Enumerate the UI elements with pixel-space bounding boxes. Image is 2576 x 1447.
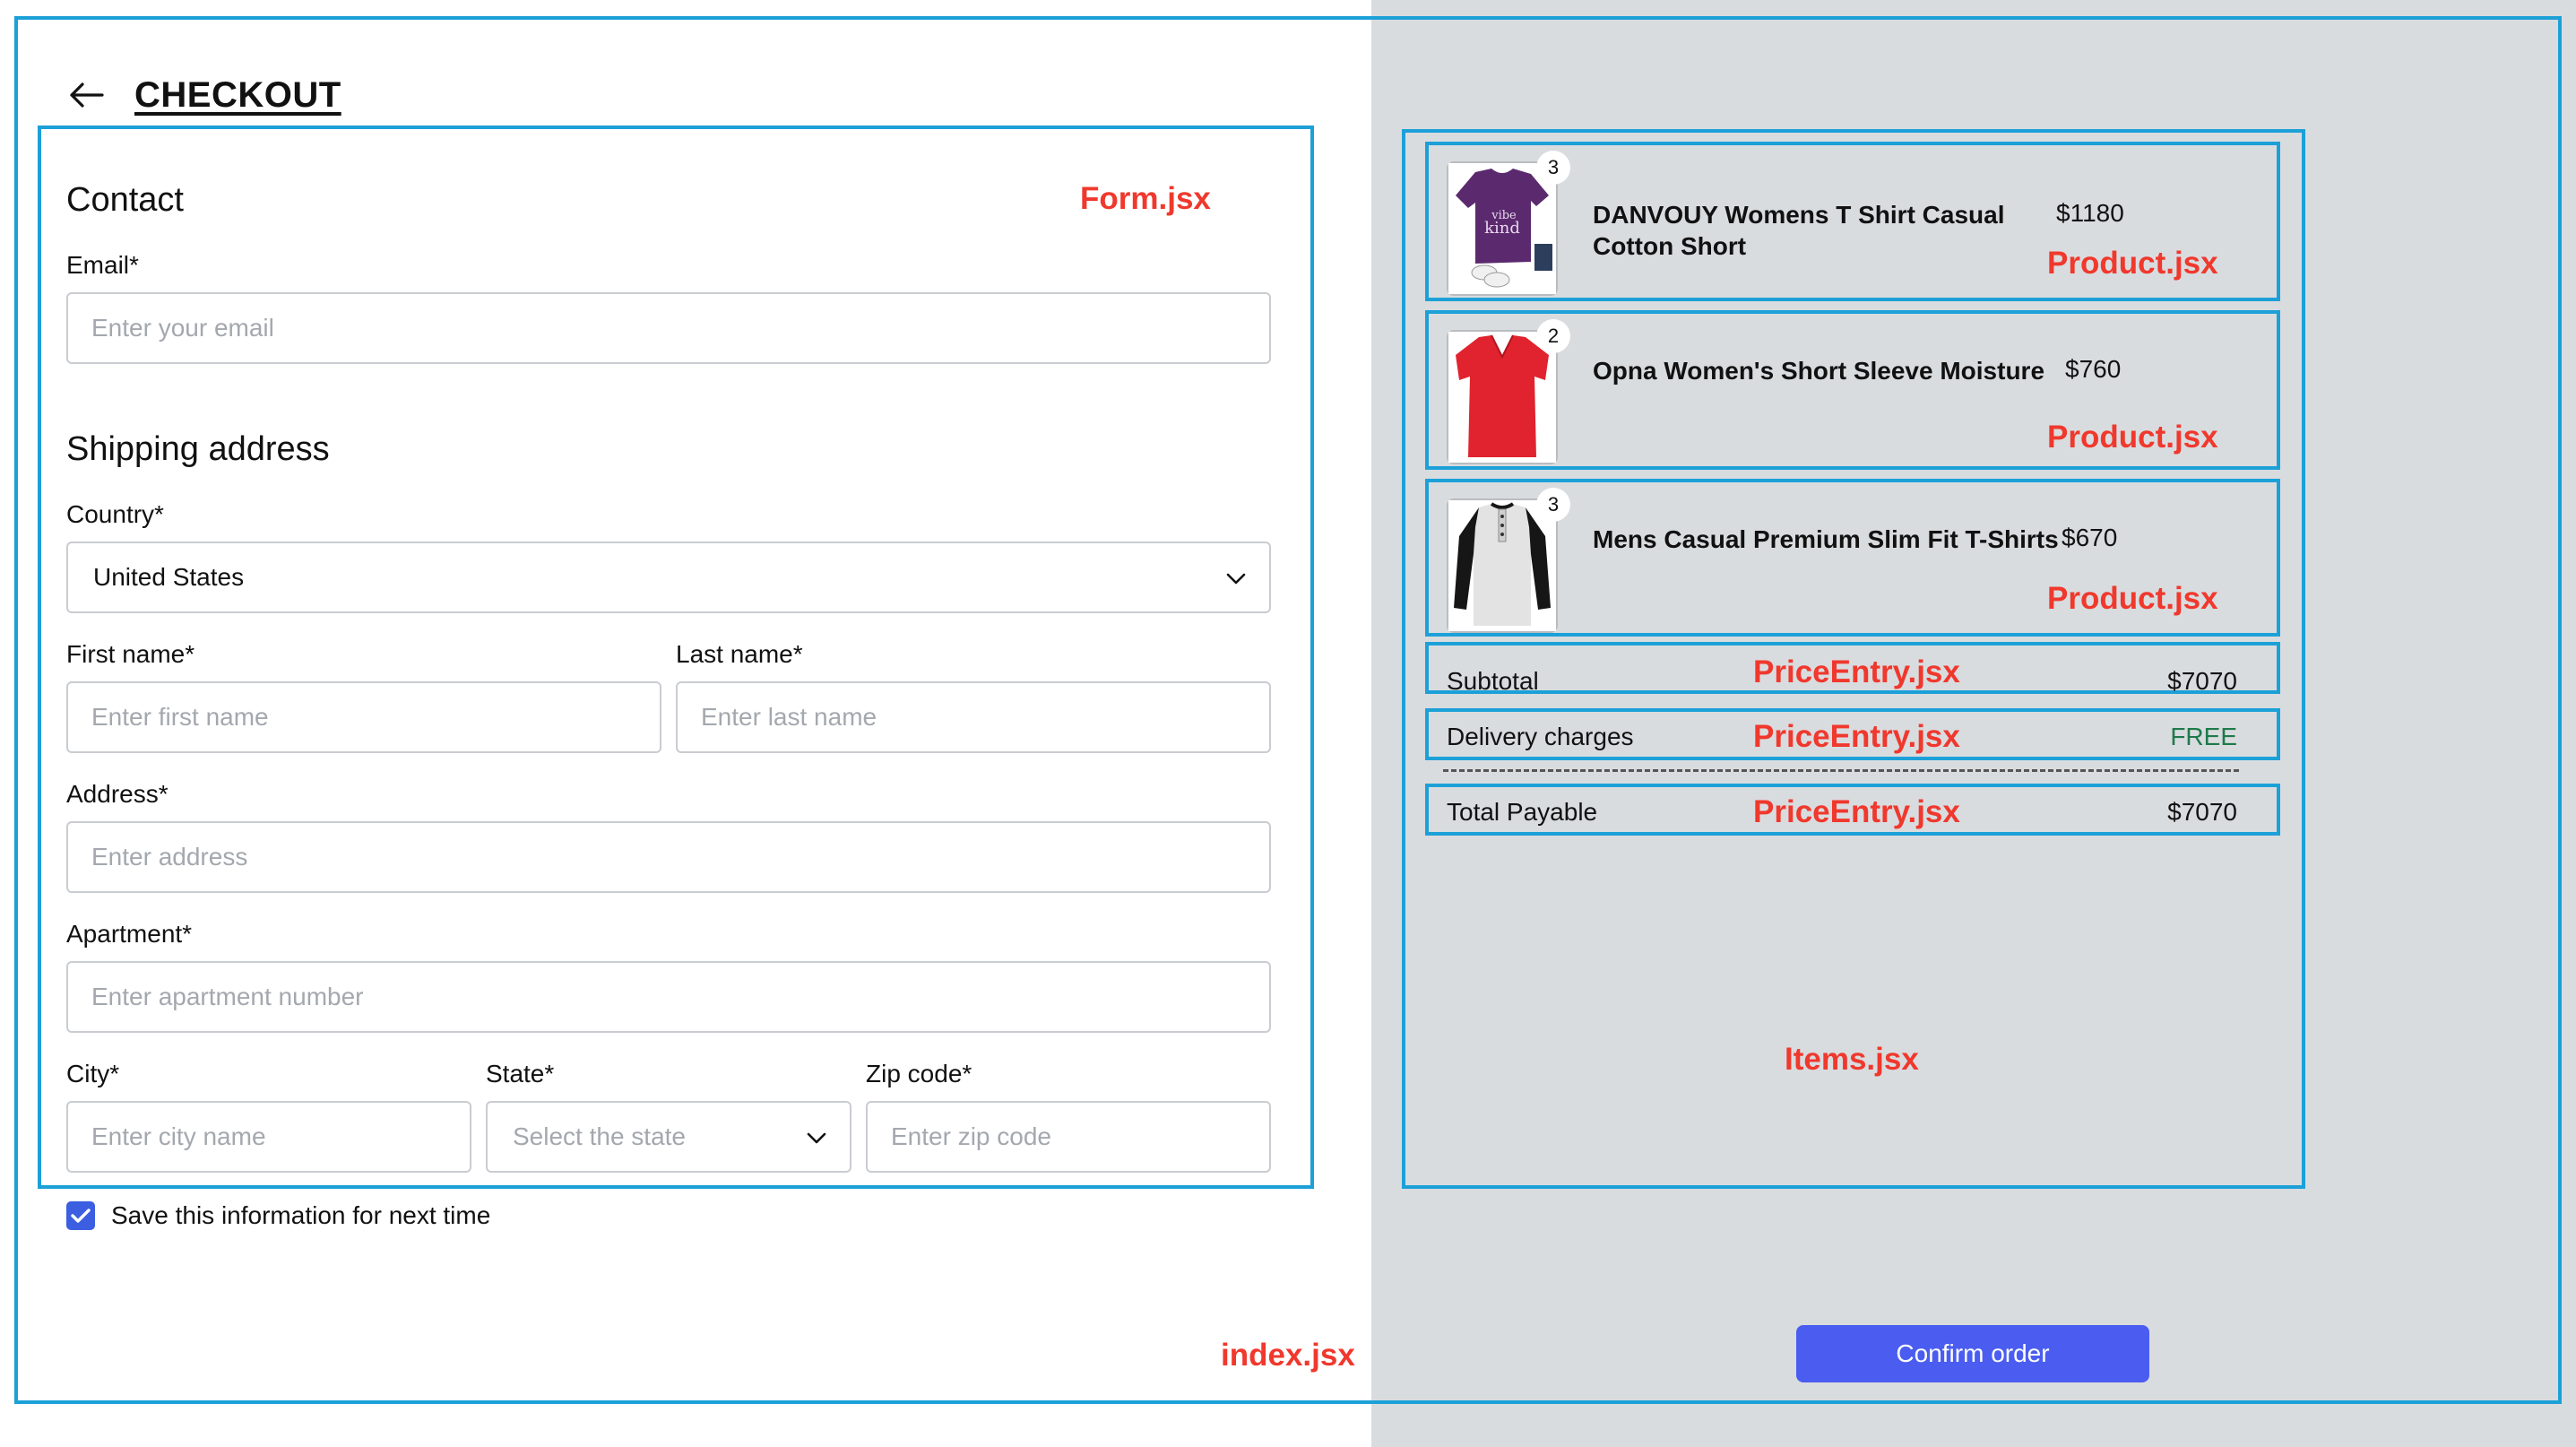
chevron-down-icon: [807, 1122, 826, 1151]
product-image-container: vibe kind 3: [1447, 151, 1570, 296]
city-field[interactable]: [66, 1101, 471, 1173]
first-name-label: First name*: [66, 640, 195, 668]
purple-tshirt-image: vibe kind: [1448, 163, 1556, 294]
raglan-tshirt-image: [1448, 500, 1556, 631]
arrow-left-icon[interactable]: [65, 77, 108, 113]
confirm-order-button[interactable]: Confirm order: [1796, 1325, 2149, 1382]
address-label: Address*: [66, 780, 169, 808]
checkmark-icon: [71, 1209, 91, 1223]
product-name-line2: Cotton Short: [1593, 232, 1747, 260]
shipping-heading: Shipping address: [66, 430, 330, 468]
subtotal-value: $7070: [2167, 667, 2237, 695]
product-annotation-label: Product.jsx: [2047, 246, 2218, 281]
page-title: CHECKOUT: [134, 74, 341, 115]
quantity-badge: 2: [1536, 319, 1570, 353]
product-name-line1: DANVOUY Womens T Shirt Casual: [1593, 201, 2005, 229]
email-field[interactable]: [66, 292, 1271, 364]
product-image-container: 3: [1447, 488, 1570, 633]
zip-field[interactable]: [866, 1101, 1271, 1173]
product-item: 2 Opna Women's Short Sleeve Moisture $76…: [1425, 310, 2280, 470]
product-annotation-label: Product.jsx: [2047, 581, 2218, 616]
price-entry-subtotal: Subtotal PriceEntry.jsx $7070: [1425, 642, 2280, 695]
form-annotation-label: Form.jsx: [1080, 181, 1211, 216]
chevron-down-icon: [1226, 563, 1246, 592]
product-name-line1: Opna Women's Short Sleeve Moisture: [1593, 357, 2045, 385]
contact-heading: Contact: [66, 181, 184, 219]
price-entry-annotation-label: PriceEntry.jsx: [1753, 719, 1960, 754]
product-price: $760: [2065, 355, 2122, 383]
quantity-badge: 3: [1536, 151, 1570, 185]
product-name: Opna Women's Short Sleeve Moisture: [1593, 355, 2044, 386]
delivery-value: FREE: [2170, 723, 2237, 750]
country-select[interactable]: United States: [66, 542, 1271, 613]
first-name-field[interactable]: [66, 681, 661, 753]
total-value: $7070: [2167, 798, 2237, 826]
state-placeholder: Select the state: [513, 1122, 687, 1150]
price-entry-annotation-label: PriceEntry.jsx: [1753, 654, 1960, 689]
zip-label: Zip code*: [866, 1060, 972, 1087]
apartment-field[interactable]: [66, 961, 1271, 1033]
email-label: Email*: [66, 251, 139, 279]
subtotal-label: Subtotal: [1447, 667, 1539, 695]
red-tshirt-image: [1448, 332, 1556, 463]
index-annotation-label: index.jsx: [1221, 1338, 1355, 1373]
apartment-label: Apartment*: [66, 920, 193, 948]
address-field[interactable]: [66, 821, 1271, 893]
product-name: DANVOUY Womens T Shirt Casual Cotton Sho…: [1593, 199, 2005, 262]
state-select[interactable]: Select the state: [486, 1101, 851, 1173]
price-entry-total: Total Payable PriceEntry.jsx $7070: [1425, 784, 2280, 836]
delivery-label: Delivery charges: [1447, 723, 1634, 750]
price-entry-annotation-label: PriceEntry.jsx: [1753, 794, 1960, 829]
product-annotation-label: Product.jsx: [2047, 420, 2218, 455]
product-image-container: 2: [1447, 319, 1570, 464]
product-price: $1180: [2056, 199, 2124, 227]
country-value: United States: [93, 563, 245, 591]
product-price: $670: [2062, 524, 2118, 551]
svg-text:kind: kind: [1484, 219, 1520, 238]
price-entry-delivery: Delivery charges PriceEntry.jsx FREE: [1425, 708, 2280, 760]
save-info-checkbox[interactable]: [66, 1201, 95, 1230]
last-name-field[interactable]: [676, 681, 1271, 753]
product-name: Mens Casual Premium Slim Fit T-Shirts: [1593, 524, 2059, 555]
product-item: 3 Mens Casual Premium Slim Fit T-Shirts …: [1425, 479, 2280, 637]
product-name-line1: Mens Casual Premium Slim Fit T-Shirts: [1593, 525, 2059, 553]
last-name-label: Last name*: [676, 640, 803, 668]
city-label: City*: [66, 1060, 120, 1087]
quantity-badge: 3: [1536, 488, 1570, 522]
items-annotation-label: Items.jsx: [1785, 1042, 1919, 1077]
country-label: Country*: [66, 500, 164, 528]
save-info-label: Save this information for next time: [111, 1201, 491, 1229]
total-label: Total Payable: [1447, 798, 1598, 826]
state-label: State*: [486, 1060, 555, 1087]
product-item: vibe kind 3 DANVOUY Womens T Shirt Casua…: [1425, 142, 2280, 301]
page-header: CHECKOUT: [65, 70, 341, 120]
save-info-row: Save this information for next time: [66, 1201, 490, 1230]
price-divider: [1443, 769, 2239, 772]
